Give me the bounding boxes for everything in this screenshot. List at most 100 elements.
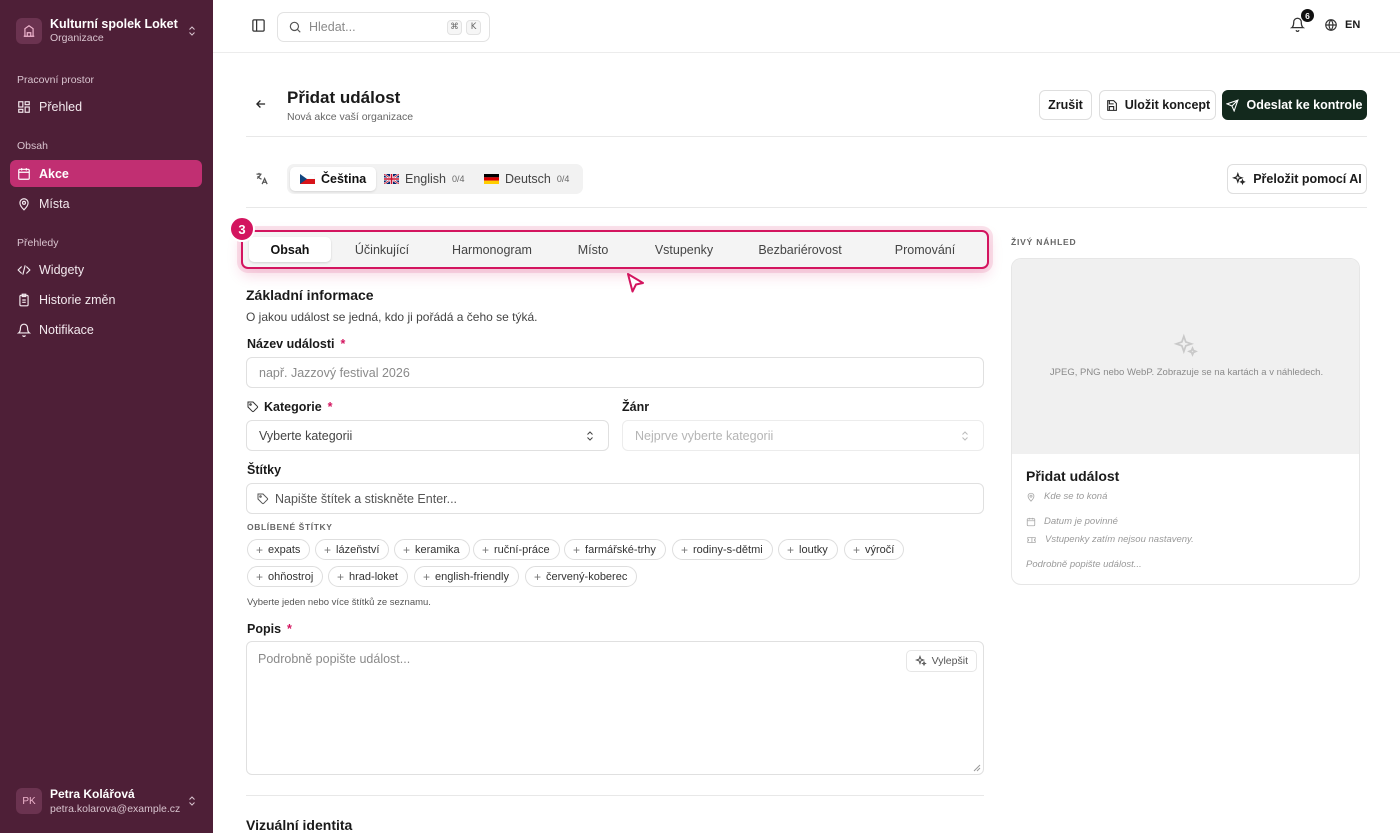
search-input[interactable]: Hledat... ⌘ K [277,12,490,42]
tag-chip-label: loutky [799,543,828,556]
chevrons-up-down-icon [587,430,593,441]
translate-ai-label: Přeložit pomocí AI [1253,172,1362,186]
section-title-visual-identity: Vizuální identita [246,817,353,833]
organization-switcher[interactable]: Kulturní spolek Loket Organizace [16,14,198,48]
cancel-button[interactable]: Zrušit [1039,90,1092,120]
language-divider [246,207,1367,208]
building-icon [23,25,35,37]
genre-label: Žánr [622,400,649,414]
german-flag-icon [484,174,499,184]
tag-chip[interactable]: + ohňostroj [247,566,324,587]
section-description: O jakou událost se jedná, kdo ji pořádá … [246,310,538,324]
tag-chip[interactable]: + červený-koberec [525,566,638,587]
submit-for-review-button[interactable]: Odeslat ke kontrole [1222,90,1367,120]
preview-location-text: Kde se to koná [1044,491,1108,502]
tag-chip[interactable]: + ruční-práce [473,539,560,560]
tab-place[interactable]: Místo [561,237,625,262]
genre-select[interactable]: Nejprve vyberte kategorii [622,420,984,451]
tags-input[interactable]: Napište štítek a stiskněte Enter... [246,483,984,514]
nav-section-workspace: Pracovní prostor [17,74,95,86]
language-switcher[interactable]: EN [1324,18,1360,32]
section-title-basic-info: Základní informace [246,287,374,303]
event-name-input[interactable]: např. Jazzový festival 2026 [246,357,984,388]
sidebar-item-places[interactable]: Místa [10,190,202,217]
plus-icon: + [324,542,332,557]
calendar-icon [18,167,30,180]
sidebar-item-label: Přehled [39,99,83,114]
tab-accessibility[interactable]: Bezbariérovost [743,237,857,262]
tab-language-german[interactable]: Deutsch 0/4 [474,167,579,191]
textarea-placeholder: Podrobně popište událost... [258,652,411,666]
tab-language-czech[interactable]: Čeština [290,167,377,191]
plus-icon: + [681,542,689,557]
live-preview-caption: ŽIVÝ NÁHLED [1011,237,1077,247]
sidebar: Kulturní spolek Loket Organizace Pracovn… [0,0,213,833]
tab-tickets[interactable]: Vstupenky [641,237,727,262]
tag-chip[interactable]: + lázeňství [315,539,390,560]
label-text: Název události [247,337,335,351]
tag-chip-label: english-friendly [435,570,509,583]
plus-icon: + [482,542,490,557]
save-draft-label: Uložit koncept [1124,98,1211,112]
sparkles-icon [1173,333,1198,357]
tag-chip[interactable]: + farmářské-trhy [564,539,666,560]
translate-ai-button[interactable]: Přeložit pomocí AI [1227,164,1367,194]
improve-button[interactable]: Vylepšit [905,650,977,672]
tag-chip[interactable]: + výročí [844,539,905,560]
category-select[interactable]: Vyberte kategorii [246,420,609,451]
tag-chip[interactable]: + keramika [394,539,470,560]
plus-icon: + [337,569,345,584]
topbar: Hledat... ⌘ K 6 EN [213,0,1400,53]
tab-schedule[interactable]: Harmonogram [439,237,545,262]
tag-chip[interactable]: + english-friendly [414,566,519,587]
chevrons-up-down-icon [189,796,195,806]
sidebar-item-label: Akce [39,166,69,181]
tab-promotion[interactable]: Promování [873,237,977,262]
sidebar-item-notifications[interactable]: Notifikace [10,316,202,343]
required-mark: * [327,400,333,414]
map-pin-icon [1027,492,1035,502]
sidebar-toggle-button[interactable] [251,18,266,33]
tab-label: Deutsch [505,172,551,186]
plus-icon: + [853,542,861,557]
tag-chip[interactable]: + loutky [778,539,838,560]
user-menu[interactable]: PK Petra Kolářová petra.kolarova@example… [16,786,198,816]
content-tabs: Obsah Účinkující Harmonogram Místo Vstup… [241,230,989,269]
tab-label: Čeština [321,172,367,186]
preview-date-text: Datum je povinné [1044,516,1118,527]
tag-chip[interactable]: + expats [247,539,311,560]
tag-chip-label: ohňostroj [268,570,314,583]
mouse-cursor-icon [626,272,646,296]
ticket-icon [1027,536,1036,543]
save-icon [1106,99,1117,111]
sidebar-item-label: Notifikace [39,322,94,337]
tab-obsah[interactable]: Obsah [249,237,331,262]
tab-language-english[interactable]: English 0/4 [374,167,475,191]
tag-chip[interactable]: + rodiny-s-dětmi [672,539,773,560]
resize-handle-icon[interactable] [973,764,981,772]
tag-chip-label: lázeňství [336,543,380,556]
sidebar-item-widgets[interactable]: Widgety [10,256,202,283]
save-draft-button[interactable]: Uložit koncept [1099,90,1216,120]
organization-type: Organizace [50,32,104,45]
tab-performers[interactable]: Účinkující [339,237,425,262]
shortcut-mod-key: ⌘ [447,19,462,35]
section-divider [246,795,984,796]
tag-chip-label: červený-koberec [546,570,628,583]
sidebar-item-overview[interactable]: Přehled [10,93,202,120]
preview-location: Kde se to koná [1026,491,1107,502]
sparkles-icon [1232,172,1246,186]
tag-chip-label: rodiny-s-dětmi [693,543,763,556]
clipboard-icon [19,293,29,306]
sidebar-item-label: Historie změn [39,292,116,307]
description-textarea[interactable]: Podrobně popište událost... Vylepšit [246,641,984,775]
label-text: Žánr [622,400,650,414]
tag-chip[interactable]: + hrad-loket [328,566,408,587]
czech-flag-icon [300,174,315,184]
tag-chip-label: farmářské-trhy [585,543,656,556]
sidebar-item-history[interactable]: Historie změn [10,286,202,313]
sidebar-item-events[interactable]: Akce [10,160,202,187]
back-button[interactable] [254,97,268,111]
calendar-icon [1026,517,1036,526]
tab-label: English [405,172,446,186]
